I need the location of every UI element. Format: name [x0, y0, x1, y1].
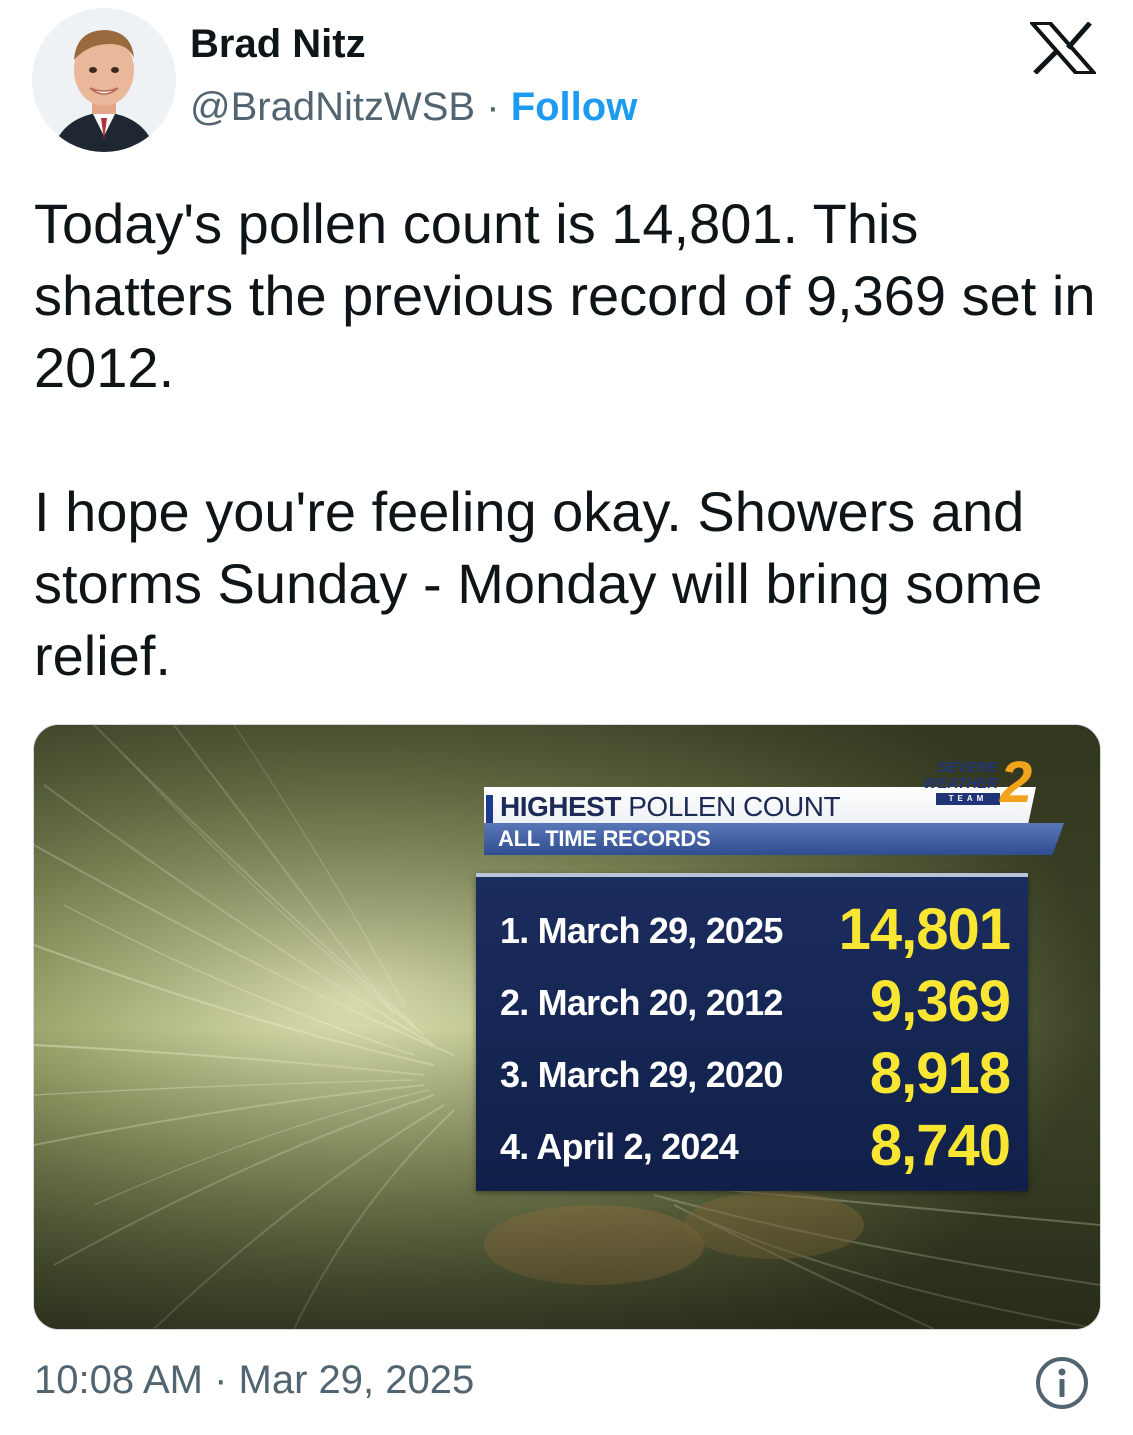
record-date: 3. March 29, 2020	[500, 1054, 783, 1095]
author-name[interactable]: Brad Nitz	[190, 18, 366, 70]
separator: ·	[486, 85, 500, 129]
logo-channel-number: 2	[1000, 750, 1033, 815]
logo-severe-text: SEVERE	[937, 759, 998, 776]
author-handle-row: @BradNitzWSB · Follow	[190, 80, 637, 134]
records-panel: 1. March 29, 2025 14,801 2. March 20, 20…	[476, 873, 1028, 1191]
tweet-text: Today's pollen count is 14,801. This sha…	[34, 188, 1109, 692]
tweet-paragraph: I hope you're feeling okay. Showers and …	[34, 480, 1043, 687]
author-handle[interactable]: @BradNitzWSB	[190, 85, 475, 129]
avatar-photo	[32, 8, 176, 152]
avatar[interactable]	[32, 8, 176, 152]
logo-weather-text: WEATHER	[923, 775, 998, 792]
info-icon[interactable]	[1034, 1355, 1090, 1411]
record-value: 8,918	[869, 1041, 1011, 1106]
graphic-title-rest: POLLEN COUNT	[620, 791, 841, 822]
x-logo-icon[interactable]	[1030, 22, 1096, 74]
record-row: 1. March 29, 2025 14,801	[500, 897, 1011, 965]
logo-team-text: TEAM	[936, 793, 1000, 805]
record-row: 3. March 29, 2020 8,918	[500, 1041, 1011, 1109]
severe-weather-team-logo: SEVERE WEATHER TEAM 2	[906, 753, 1036, 825]
record-value: 9,369	[869, 969, 1011, 1034]
follow-button[interactable]: Follow	[511, 85, 638, 129]
record-value: 8,740	[869, 1113, 1011, 1178]
record-row: 2. March 20, 2012 9,369	[500, 969, 1011, 1037]
record-date: 4. April 2, 2024	[500, 1126, 739, 1167]
record-value: 14,801	[838, 897, 1011, 962]
tweet-timestamp[interactable]: 10:08 AM · Mar 29, 2025	[34, 1354, 474, 1406]
record-row: 4. April 2, 2024 8,740	[500, 1113, 1011, 1181]
graphic-title: HIGHEST POLLEN COUNT	[500, 789, 841, 825]
tweet-paragraph: Today's pollen count is 14,801. This sha…	[34, 192, 1096, 399]
graphic-title-bold: HIGHEST	[500, 791, 621, 822]
tweet-media-image[interactable]: HIGHEST POLLEN COUNT ALL TIME RECORDS SE…	[33, 724, 1101, 1330]
graphic-subtitle: ALL TIME RECORDS	[498, 826, 711, 851]
record-date: 1. March 29, 2025	[500, 910, 783, 951]
record-date: 2. March 20, 2012	[500, 982, 783, 1023]
